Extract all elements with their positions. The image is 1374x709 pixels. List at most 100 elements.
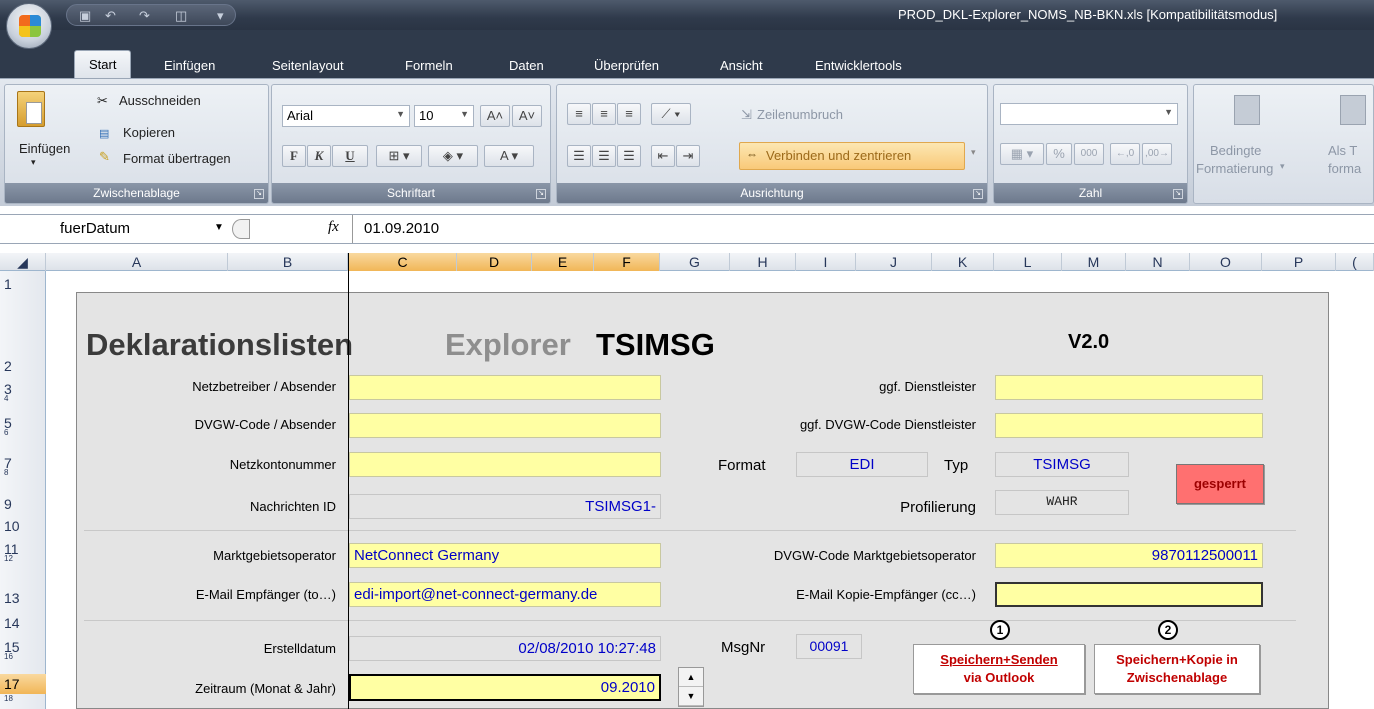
column-header[interactable]: (	[1336, 253, 1374, 271]
orientation-button[interactable]: ⟋ ▾	[651, 103, 691, 125]
increase-decimal-button[interactable]: ←,0	[1110, 143, 1140, 165]
merge-center-button[interactable]: ⇔ Verbinden und zentrieren	[739, 142, 965, 170]
column-header[interactable]: H	[730, 253, 796, 271]
dialog-launcher-icon[interactable]: ↘	[536, 189, 546, 199]
tab-ansicht[interactable]: Ansicht	[720, 58, 763, 78]
align-top-button[interactable]: ≡	[567, 103, 591, 125]
netzkonto-field[interactable]	[349, 452, 661, 477]
row-header[interactable]: 18	[0, 695, 46, 703]
font-size-select[interactable]: 10 ▼	[414, 105, 474, 127]
column-header[interactable]: I	[796, 253, 856, 271]
save-icon[interactable]: ▣	[79, 8, 91, 24]
row-header[interactable]: 1	[0, 277, 46, 291]
dvgw-dienstleister-field[interactable]	[995, 413, 1263, 438]
column-header[interactable]: G	[660, 253, 730, 271]
row-header[interactable]: 17	[0, 674, 46, 694]
print-preview-icon[interactable]: ◫	[175, 8, 187, 24]
spinner-down-icon[interactable]: ▼	[679, 687, 703, 706]
column-header[interactable]: F	[594, 253, 660, 271]
row-header[interactable]: 9	[0, 497, 46, 511]
merge-dropdown-icon[interactable]: ▾	[971, 147, 976, 158]
row-header[interactable]: 2	[0, 359, 46, 373]
decrease-decimal-button[interactable]: ,00→	[1142, 143, 1172, 165]
zeitraum-field[interactable]: 09.2010	[349, 674, 661, 701]
conditional-format-icon[interactable]	[1234, 95, 1260, 125]
format-as-table-button-line2[interactable]: forma	[1328, 161, 1361, 176]
chevron-down-icon[interactable]: ▾	[1280, 161, 1285, 172]
dvgw-code-field[interactable]	[349, 413, 661, 438]
copy-button[interactable]: Kopieren	[123, 125, 175, 140]
font-color-button[interactable]: A ▾	[484, 145, 534, 167]
column-header[interactable]: C	[349, 253, 457, 271]
row-header[interactable]: 13	[0, 591, 46, 605]
bold-button[interactable]: F	[282, 145, 306, 167]
customize-toolbar-icon[interactable]: ▾	[217, 8, 224, 24]
undo-icon[interactable]: ↶	[105, 8, 116, 24]
row-header[interactable]: 16	[0, 653, 46, 661]
paste-icon[interactable]	[17, 91, 45, 127]
borders-button[interactable]: ⊞ ▾	[376, 145, 422, 167]
tab-ueberpruefen[interactable]: Überprüfen	[594, 58, 659, 78]
dialog-launcher-icon[interactable]: ↘	[1173, 189, 1183, 199]
align-middle-button[interactable]: ≡	[592, 103, 616, 125]
tab-entwicklertools[interactable]: Entwicklertools	[815, 58, 902, 78]
tab-seitenlayout[interactable]: Seitenlayout	[272, 58, 344, 78]
grow-font-button[interactable]: A˄	[480, 105, 510, 127]
redo-icon[interactable]: ↷	[139, 8, 150, 24]
wrap-text-button[interactable]: Zeilenumbruch	[757, 107, 843, 122]
paste-dropdown-icon[interactable]: ▾	[31, 157, 36, 168]
column-header[interactable]: D	[457, 253, 532, 271]
office-button[interactable]	[6, 3, 52, 49]
decrease-indent-button[interactable]: ⇤	[651, 145, 675, 167]
row-header[interactable]: 10	[0, 519, 46, 533]
spinner-up-icon[interactable]: ▲	[679, 668, 703, 687]
fill-color-button[interactable]: ◈ ▾	[428, 145, 478, 167]
thousands-button[interactable]: 000	[1074, 143, 1104, 165]
column-header[interactable]: M	[1062, 253, 1126, 271]
tab-einfuegen[interactable]: Einfügen	[164, 58, 215, 78]
column-header[interactable]: O	[1190, 253, 1262, 271]
row-header[interactable]: 6	[0, 429, 46, 437]
align-center-button[interactable]: ☰	[592, 145, 616, 167]
format-painter-button[interactable]: Format übertragen	[123, 151, 231, 166]
paste-button[interactable]: Einfügen	[19, 141, 70, 156]
conditional-format-button-line2[interactable]: Formatierung	[1196, 161, 1273, 176]
formula-input[interactable]: 01.09.2010	[364, 220, 439, 237]
email-to-field[interactable]: edi-import@net-connect-germany.de	[349, 582, 661, 607]
font-name-select[interactable]: Arial ▼	[282, 105, 410, 127]
align-bottom-button[interactable]: ≡	[617, 103, 641, 125]
shrink-font-button[interactable]: A˅	[512, 105, 542, 127]
number-format-select[interactable]: ▼	[1000, 103, 1178, 125]
column-header[interactable]: P	[1262, 253, 1336, 271]
row-header[interactable]: 12	[0, 555, 46, 563]
column-header[interactable]: J	[856, 253, 932, 271]
insert-function-icon[interactable]: fx	[328, 219, 339, 236]
row-header[interactable]: 4	[0, 395, 46, 403]
tab-start[interactable]: Start	[74, 50, 132, 78]
save-copy-clipboard-button[interactable]: Speichern+Kopie in Zwischenablage	[1094, 644, 1260, 694]
dienstleister-field[interactable]	[995, 375, 1263, 400]
formula-bar-resize-icon[interactable]	[232, 219, 250, 239]
copy-icon[interactable]: ▤	[99, 127, 109, 140]
dialog-launcher-icon[interactable]: ↘	[254, 189, 264, 199]
tab-daten[interactable]: Daten	[509, 58, 544, 78]
save-send-outlook-button[interactable]: Speichern+Senden via Outlook	[913, 644, 1085, 694]
column-header[interactable]: A	[46, 253, 228, 271]
marktgebiet-field[interactable]: NetConnect Germany	[349, 543, 661, 568]
format-painter-icon[interactable]: ✎	[99, 149, 110, 165]
column-header[interactable]: E	[532, 253, 594, 271]
align-left-button[interactable]: ☰	[567, 145, 591, 167]
format-as-table-icon[interactable]	[1340, 95, 1366, 125]
row-header[interactable]: 14	[0, 616, 46, 630]
column-header[interactable]: B	[228, 253, 348, 271]
align-right-button[interactable]: ☰	[617, 145, 641, 167]
select-all-icon[interactable]: ◢	[0, 253, 46, 271]
underline-button[interactable]: U	[332, 145, 368, 167]
row-header[interactable]: 8	[0, 469, 46, 477]
conditional-format-button[interactable]: Bedingte	[1210, 143, 1261, 158]
locked-button[interactable]: gesperrt	[1176, 464, 1264, 504]
percent-button[interactable]: %	[1046, 143, 1072, 165]
increase-indent-button[interactable]: ⇥	[676, 145, 700, 167]
name-box[interactable]: fuerDatum	[0, 215, 232, 243]
dialog-launcher-icon[interactable]: ↘	[973, 189, 983, 199]
